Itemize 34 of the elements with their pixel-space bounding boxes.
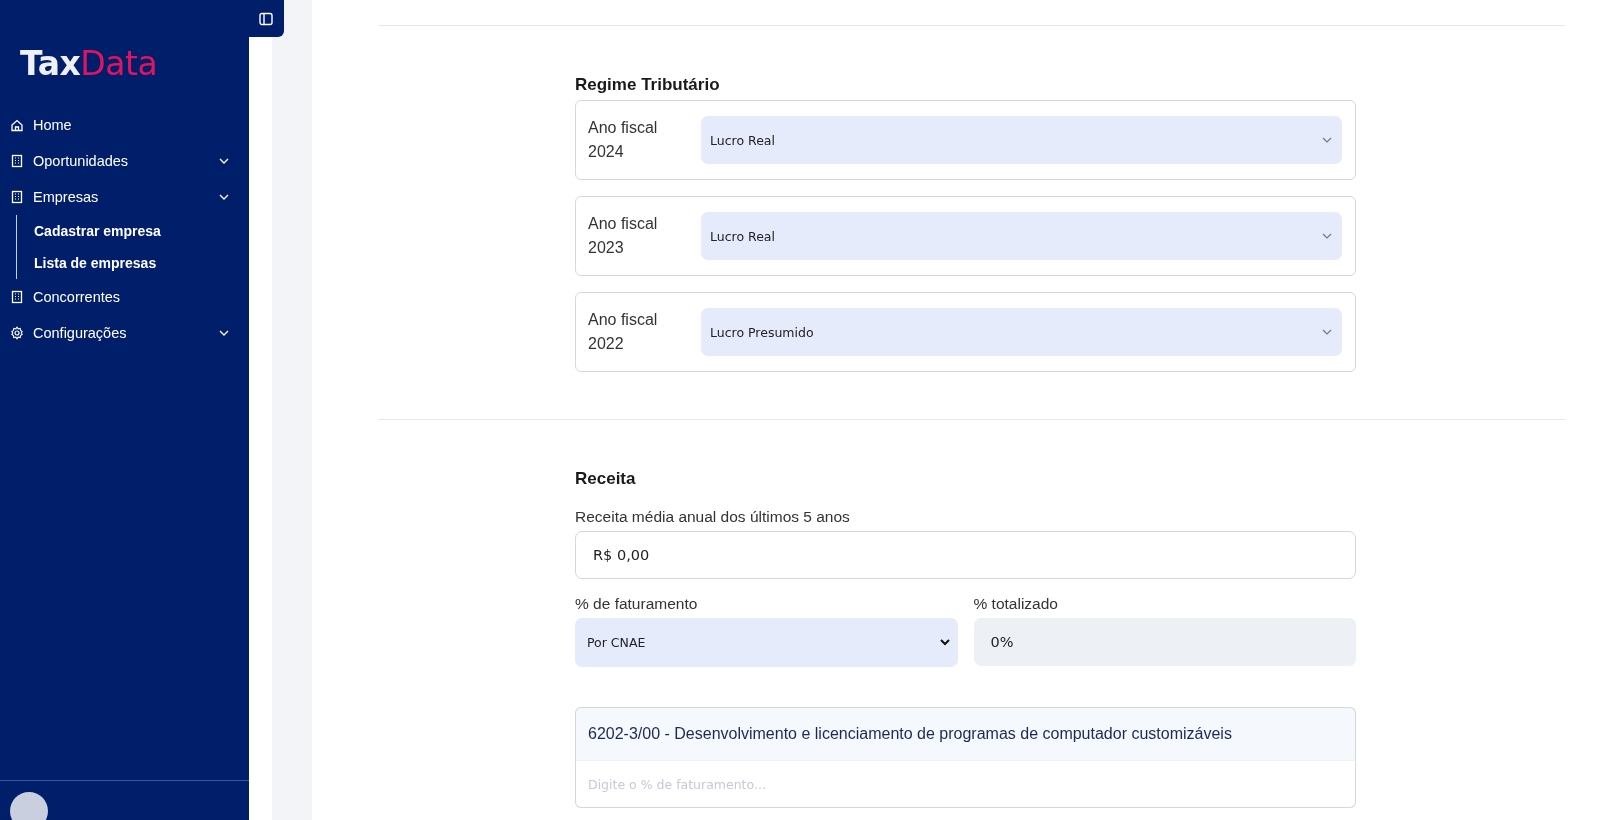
billing-select[interactable]: Por CNAE — [575, 618, 958, 667]
fiscal-year-label: Ano fiscal 2024 — [588, 118, 659, 162]
regime-select[interactable]: Lucro Real — [701, 212, 1342, 260]
nav-item[interactable]: Concorrentes — [0, 279, 249, 315]
submenu-item[interactable]: Lista de empresas — [34, 247, 157, 279]
chevron-down-icon — [1322, 137, 1332, 143]
nav-item[interactable]: Home — [0, 107, 249, 143]
regime-select[interactable]: Lucro Real — [701, 116, 1342, 164]
gear-icon — [10, 326, 24, 340]
revenue-input-field[interactable]: R$ 0,00 — [575, 531, 1356, 579]
cnae-title: 6202-3/00 - Desenvolvimento e licenciamento de programas de computador customizáveis — [575, 707, 1356, 760]
building-icon — [10, 290, 24, 304]
submenu-item[interactable]: Cadastrar empresa — [34, 215, 161, 247]
chevron-down-icon — [1322, 329, 1332, 335]
nav-item[interactable]: Configurações — [0, 315, 249, 351]
percentage-input-field[interactable]: Digite o % de faturamento... — [575, 760, 1356, 808]
chevron-down-icon — [1322, 233, 1332, 239]
chevron-down-icon — [939, 639, 950, 646]
logo: TaxData — [20, 44, 158, 83]
field-label: % totalizado — [973, 595, 1059, 613]
sidebar-toggle-icon — [259, 11, 273, 26]
field-label: % de faturamento — [575, 595, 699, 613]
building-icon — [10, 154, 24, 168]
nav-item[interactable]: Empresas — [0, 179, 249, 215]
section-heading: Regime Tributário — [575, 75, 721, 95]
regime-select[interactable]: Lucro Presumido — [701, 308, 1342, 356]
section-heading: Receita — [575, 469, 637, 489]
fiscal-year-label: Ano fiscal 2023 — [588, 214, 659, 258]
avatar — [10, 792, 48, 820]
fiscal-year-label: Ano fiscal 2022 — [588, 310, 659, 354]
nav-item[interactable]: Oportunidades — [0, 143, 249, 179]
building-icon — [10, 190, 24, 204]
field-label: Receita média anual dos últimos 5 anos — [575, 508, 851, 526]
home-icon — [10, 118, 24, 132]
